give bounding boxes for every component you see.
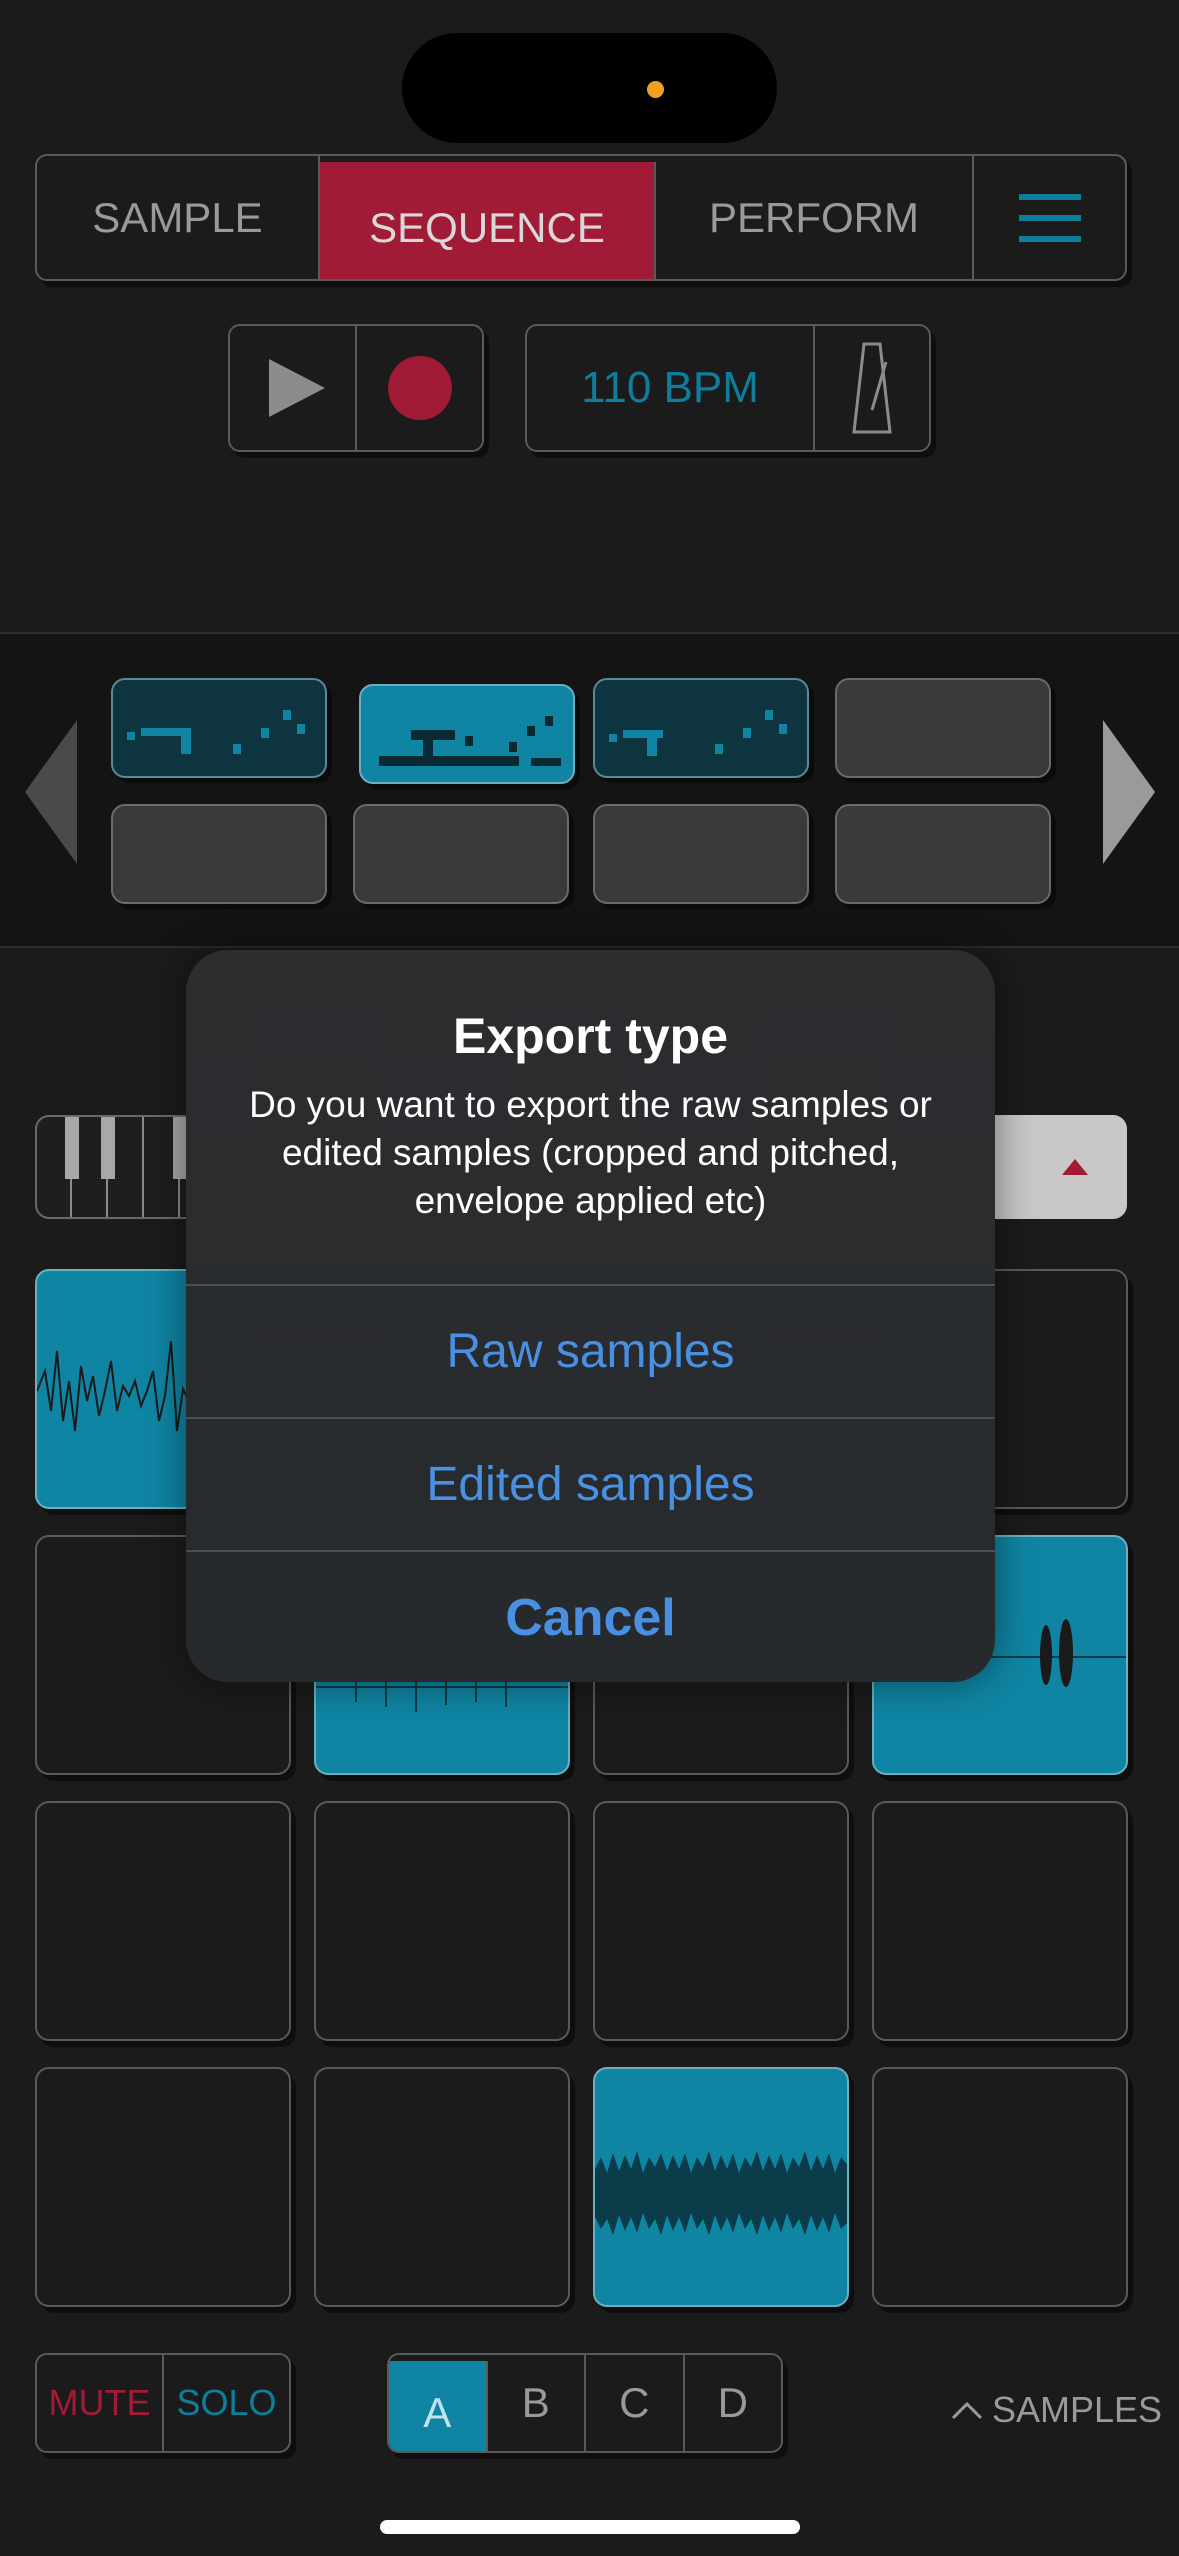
- pattern-slot-empty[interactable]: [353, 804, 569, 904]
- tab-perform[interactable]: PERFORM: [656, 156, 974, 279]
- cancel-button[interactable]: Cancel: [186, 1550, 995, 1682]
- pattern-slot-empty[interactable]: [111, 804, 327, 904]
- pattern-slot[interactable]: [593, 678, 809, 778]
- solo-button[interactable]: SOLO: [164, 2355, 289, 2451]
- bank-c-button[interactable]: C: [586, 2355, 685, 2451]
- pattern-preview: [609, 710, 787, 756]
- bpm-button[interactable]: 110 BPM: [527, 326, 815, 450]
- pattern-slot-empty[interactable]: [593, 804, 809, 904]
- pattern-slot-empty[interactable]: [835, 678, 1051, 778]
- bank-d-button[interactable]: D: [685, 2355, 782, 2451]
- metronome-icon: [852, 342, 892, 434]
- edited-samples-button[interactable]: Edited samples: [186, 1417, 995, 1550]
- dialog-message: Do you want to export the raw samples or…: [249, 1084, 932, 1221]
- dialog-title: Export type: [452, 1008, 729, 1064]
- pad-16[interactable]: [872, 2067, 1128, 2307]
- previous-page-arrow-icon[interactable]: [25, 720, 77, 864]
- tempo-control: 110 BPM: [525, 324, 931, 452]
- next-page-arrow-icon[interactable]: [1103, 720, 1155, 864]
- pattern-preview: [379, 716, 561, 766]
- pad-9[interactable]: [35, 1801, 291, 2041]
- samples-label: SAMPLES: [992, 2389, 1163, 2430]
- raw-samples-button[interactable]: Raw samples: [186, 1284, 995, 1417]
- bank-a-button[interactable]: A: [389, 2361, 488, 2451]
- home-indicator[interactable]: [380, 2520, 800, 2534]
- play-icon: [268, 359, 325, 417]
- pad-11[interactable]: [593, 1801, 849, 2041]
- keyboard-toggle-button[interactable]: [980, 1115, 1127, 1219]
- dialog-header: Export type Do you want to export the ra…: [186, 950, 995, 1284]
- record-icon: [387, 356, 452, 420]
- export-type-dialog: Export type Do you want to export the ra…: [186, 950, 995, 1682]
- pattern-preview: [127, 710, 305, 754]
- privacy-indicator-dot: [647, 81, 664, 98]
- pad-13[interactable]: [35, 2067, 291, 2307]
- mute-solo-group: MUTE SOLO: [35, 2353, 291, 2453]
- hamburger-menu-icon[interactable]: [974, 156, 1125, 279]
- pattern-slot-empty[interactable]: [835, 804, 1051, 904]
- chevron-up-icon: [951, 2401, 983, 2420]
- pattern-slot[interactable]: [111, 678, 327, 778]
- waveform: [595, 2151, 847, 2235]
- play-button[interactable]: [230, 326, 357, 450]
- metronome-button[interactable]: [815, 326, 929, 450]
- bank-selector: A B C D: [387, 2353, 783, 2453]
- pad-10[interactable]: [314, 1801, 570, 2041]
- mute-button[interactable]: MUTE: [37, 2355, 164, 2451]
- pad-15[interactable]: [593, 2067, 849, 2307]
- pattern-slot-active[interactable]: [359, 684, 575, 784]
- record-button[interactable]: [357, 326, 482, 450]
- dynamic-island: [402, 33, 777, 143]
- tab-sequence[interactable]: SEQUENCE: [320, 162, 656, 279]
- bank-b-button[interactable]: B: [488, 2355, 586, 2451]
- pad-12[interactable]: [872, 1801, 1128, 2041]
- transport-controls: [228, 324, 484, 452]
- tab-sample[interactable]: SAMPLE: [37, 156, 320, 279]
- top-navigation: SAMPLE SEQUENCE PERFORM: [35, 154, 1127, 281]
- pad-14[interactable]: [314, 2067, 570, 2307]
- caret-up-icon: [1062, 1159, 1088, 1175]
- samples-toggle-button[interactable]: SAMPLES: [950, 2380, 1162, 2440]
